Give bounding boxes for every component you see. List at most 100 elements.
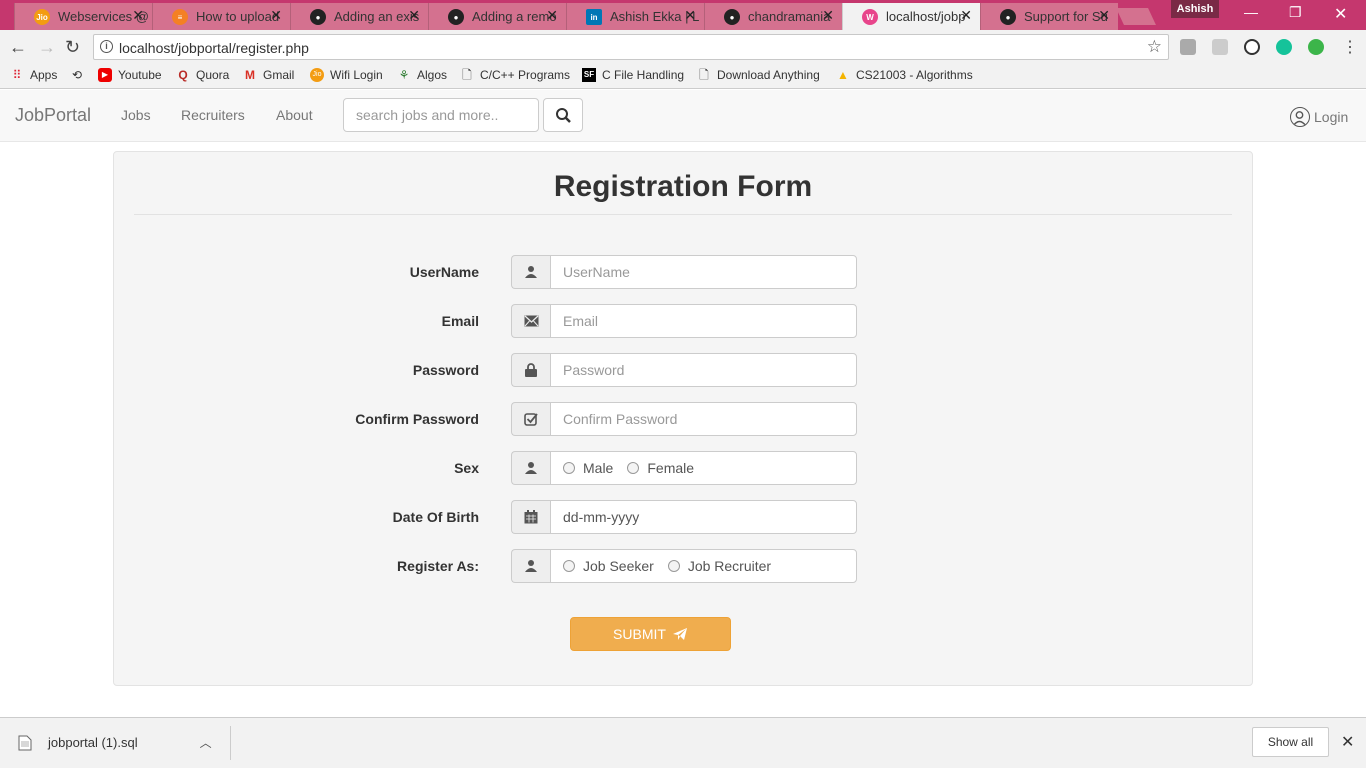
paper-plane-icon (672, 628, 687, 640)
register-as-group: Job Seeker Job Recruiter (511, 549, 857, 583)
bookmark-item[interactable]: 🗋 Download Anything (697, 68, 820, 82)
browser-tab[interactable]: ● chandramania ✕ (704, 3, 842, 30)
radio-female[interactable]: Female (627, 460, 694, 476)
apps-grid-icon: ⠿ (12, 68, 22, 82)
brand-logo[interactable]: JobPortal (15, 105, 91, 126)
menu-kebab-icon[interactable]: ⋮ (1342, 37, 1358, 57)
radio-job-seeker[interactable]: Job Seeker (563, 558, 654, 574)
register-as-label: Register As: (397, 558, 479, 574)
bookmark-item[interactable]: Q Quora (176, 68, 229, 82)
minimize-icon[interactable]: — (1244, 4, 1258, 20)
bookmarks-bar: ⠿ Apps ⟲ ▶ Youtube Q Quora M Gmail Jio W… (0, 64, 1366, 89)
close-window-icon[interactable]: ✕ (1334, 4, 1347, 24)
radio-circle[interactable] (563, 560, 575, 572)
form-title: Registration Form (553, 170, 813, 203)
browser-tab[interactable]: ● Adding a remo ✕ (428, 3, 566, 30)
lock-icon (511, 353, 550, 387)
email-input[interactable] (550, 304, 857, 338)
download-item[interactable]: jobportal (1).sql ︿ (18, 734, 212, 751)
idm-icon[interactable] (1308, 39, 1324, 55)
browser-tab[interactable]: ● Support for Su ✕ (980, 3, 1118, 30)
info-icon[interactable]: i (100, 40, 113, 53)
radio-circle[interactable] (627, 462, 640, 474)
chevron-up-icon[interactable]: ︿ (200, 734, 212, 751)
show-all-button[interactable]: Show all (1252, 727, 1329, 757)
address-bar[interactable]: i localhost/jobportal/register.php ☆ (93, 34, 1169, 60)
nav-link-jobs[interactable]: Jobs (121, 107, 151, 123)
profile-badge[interactable]: Ashish (1171, 0, 1219, 18)
sex-group: Male Female (511, 451, 857, 485)
user-circle-icon (1290, 107, 1310, 127)
radio-circle[interactable] (563, 462, 575, 474)
close-icon[interactable]: ✕ (960, 7, 972, 24)
registration-panel: Registration Form UserName Email Passwor… (113, 151, 1253, 686)
search-input[interactable] (343, 98, 539, 132)
confirm-password-input[interactable] (550, 402, 857, 436)
linkedin-icon: in (586, 9, 602, 25)
browser-tab-strip: Jio Webservices @ ✕ ≡ How to upload ✕ ● … (0, 0, 1366, 30)
radio-male[interactable]: Male (563, 460, 613, 476)
login-link[interactable]: Login (1290, 107, 1348, 127)
url-text: localhost/jobportal/register.php (119, 40, 309, 56)
username-input[interactable] (550, 255, 857, 289)
password-input[interactable] (550, 353, 857, 387)
bookmark-item[interactable]: ⠿ Apps (10, 68, 58, 82)
search-icon (556, 108, 571, 123)
file-icon (18, 735, 32, 750)
bookmark-item[interactable]: ▲ CS21003 - Algorithms (836, 68, 973, 82)
close-icon[interactable]: ✕ (132, 7, 144, 24)
stackoverflow-icon: ≡ (172, 9, 188, 25)
browser-toolbar: ← → ↻ i localhost/jobportal/register.php… (0, 30, 1366, 64)
youtube-icon: ▶ (98, 68, 112, 82)
close-icon[interactable]: ✕ (822, 7, 834, 24)
password-group (511, 353, 857, 387)
back-icon[interactable]: ← (9, 37, 27, 58)
radio-job-recruiter[interactable]: Job Recruiter (667, 558, 771, 574)
bookmark-item[interactable]: SF C File Handling (582, 68, 684, 82)
extension-icon[interactable] (1180, 39, 1196, 55)
nav-link-about[interactable]: About (276, 107, 313, 123)
forward-icon[interactable]: → (38, 37, 56, 58)
quora-icon: Q (178, 68, 188, 82)
dob-input[interactable] (550, 500, 857, 534)
history-icon: ⟲ (71, 68, 83, 82)
bookmark-item[interactable]: 🗋 C/C++ Programs (460, 68, 570, 82)
bookmark-star-icon[interactable]: ☆ (1147, 37, 1162, 57)
bookmark-item[interactable]: ⚘ Algos (397, 68, 447, 82)
bookmark-item[interactable]: ⟲ (70, 68, 90, 82)
download-shelf: jobportal (1).sql ︿ Show all ✕ (0, 717, 1366, 768)
close-icon[interactable]: ✕ (684, 7, 696, 24)
bookmark-item[interactable]: ▶ Youtube (98, 68, 162, 82)
search-button[interactable] (543, 98, 583, 132)
close-icon[interactable]: ✕ (1098, 7, 1110, 24)
close-icon[interactable]: ✕ (270, 7, 282, 24)
nav-link-recruiters[interactable]: Recruiters (181, 107, 245, 123)
divider (230, 726, 231, 760)
submit-button[interactable]: SUBMIT (570, 617, 731, 651)
browser-tab[interactable]: ≡ How to upload ✕ (152, 3, 290, 30)
sex-label: Sex (454, 460, 479, 476)
username-label: UserName (409, 264, 479, 280)
drive-icon: ▲ (837, 68, 849, 82)
browser-tab[interactable]: ● Adding an exis ✕ (290, 3, 428, 30)
new-tab-button[interactable] (1116, 8, 1156, 25)
browser-tab[interactable]: Jio Webservices @ ✕ (14, 3, 152, 30)
dob-group (511, 500, 857, 534)
close-icon[interactable]: ✕ (408, 7, 420, 24)
close-icon[interactable]: ✕ (546, 7, 558, 24)
user-icon (511, 451, 550, 485)
browser-tab-active[interactable]: W localhost/jobp ✕ (842, 3, 980, 30)
browser-tab[interactable]: in Ashish Ekka | L ✕ (566, 3, 704, 30)
close-shelf-icon[interactable]: ✕ (1341, 732, 1354, 752)
bookmark-item[interactable]: M Gmail (243, 68, 294, 82)
extension-icon[interactable] (1212, 39, 1228, 55)
algos-icon: ⚘ (398, 68, 410, 82)
radio-circle[interactable] (667, 560, 680, 572)
speed-icon[interactable] (1244, 39, 1260, 55)
bookmark-item[interactable]: Jio Wifi Login (310, 68, 383, 82)
grammarly-icon[interactable] (1276, 39, 1292, 55)
download-file-name: jobportal (1).sql (48, 735, 138, 750)
sex-radio-group: Male Female (550, 451, 857, 485)
restore-icon[interactable]: ❐ (1289, 4, 1302, 21)
reload-icon[interactable]: ↻ (65, 37, 80, 58)
